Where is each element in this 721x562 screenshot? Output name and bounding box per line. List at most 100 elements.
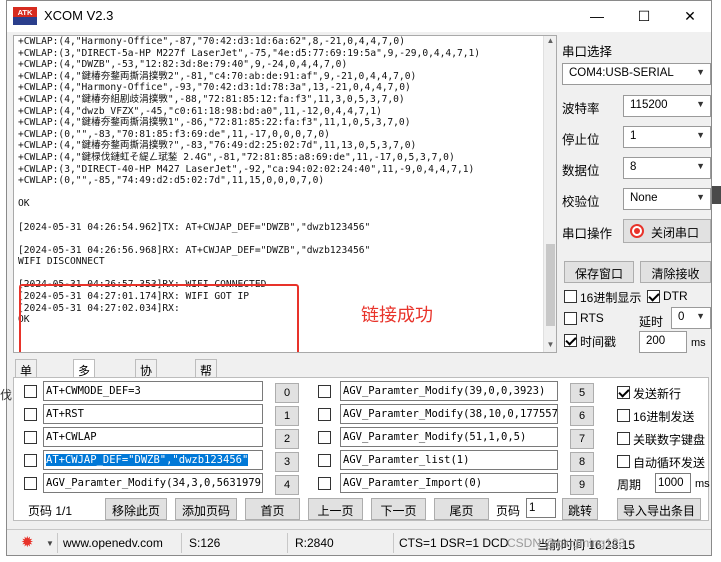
- receive-line: [18, 187, 546, 199]
- command-checkbox[interactable]: [318, 408, 331, 421]
- remove-page-button[interactable]: 移除此页: [105, 498, 167, 520]
- scroll-up-icon[interactable]: ▲: [544, 36, 556, 48]
- background-edge: [712, 186, 721, 204]
- stop-bits-select[interactable]: 1 ▼: [623, 126, 711, 148]
- background-text: 伐: [0, 388, 13, 402]
- send-command-button[interactable]: 1: [275, 406, 299, 426]
- parity-select[interactable]: None ▼: [623, 188, 711, 210]
- period-unit: ms: [695, 478, 710, 490]
- command-input[interactable]: AT+CWLAP: [43, 427, 263, 447]
- send-command-button[interactable]: 4: [275, 475, 299, 495]
- receive-line: [2024-05-31 04:26:56.968]RX: AT+CWJAP_DE…: [18, 244, 371, 256]
- hex-send-checkbox[interactable]: [617, 409, 630, 422]
- delay-select[interactable]: 0 ▼: [671, 307, 711, 329]
- dtr-label: DTR: [663, 289, 688, 303]
- command-input[interactable]: AGV_Paramter_Modify(34,3,0,5631979): [43, 473, 263, 493]
- first-page-button[interactable]: 首页: [245, 498, 300, 520]
- hex-display-checkbox[interactable]: [564, 290, 577, 303]
- command-checkbox[interactable]: [318, 477, 331, 490]
- jump-button[interactable]: 跳转: [562, 498, 598, 520]
- timestamp-label: 时间戳: [580, 335, 617, 349]
- command-input[interactable]: AGV_Paramter_Modify(38,10,0,17755784: [340, 404, 558, 424]
- close-button[interactable]: ✕: [667, 1, 711, 31]
- timestamp-checkbox[interactable]: [564, 334, 577, 347]
- auto-loop-label: 自动循环发送: [633, 456, 706, 470]
- gear-icon[interactable]: ✹: [21, 535, 37, 551]
- svg-text:ATK: ATK: [18, 8, 33, 17]
- data-bits-select[interactable]: 8 ▼: [623, 157, 711, 179]
- port-op-label: 串口操作: [562, 227, 613, 241]
- tab-single-send[interactable]: 单条发送: [15, 359, 38, 429]
- annotation-text: 链接成功: [361, 305, 433, 326]
- page-label: 页码: [496, 504, 521, 518]
- save-window-button[interactable]: 保存窗口: [564, 261, 634, 283]
- clear-receive-button[interactable]: 清除接收: [640, 261, 711, 283]
- command-input[interactable]: AT+CWMODE_DEF=3: [43, 381, 263, 401]
- send-command-button[interactable]: 9: [570, 475, 594, 495]
- baud-label: 波特率: [562, 102, 600, 116]
- maximize-button[interactable]: ☐: [621, 1, 667, 31]
- signal-status: CTS=1 DSR=1 DCD: [399, 536, 509, 550]
- scroll-thumb[interactable]: [546, 244, 555, 326]
- receive-line: WIFI DISCONNECT: [18, 256, 105, 268]
- dtr-checkbox[interactable]: [647, 290, 660, 303]
- minimize-button[interactable]: —: [574, 1, 620, 31]
- import-export-button[interactable]: 导入导出条目: [617, 498, 701, 520]
- prev-page-button[interactable]: 上一页: [308, 498, 363, 520]
- website-link[interactable]: www.openedv.com: [63, 536, 163, 550]
- send-newline-checkbox[interactable]: [617, 386, 630, 399]
- parity-label: 校验位: [562, 195, 600, 209]
- next-page-button[interactable]: 下一页: [371, 498, 426, 520]
- receive-line: +CWLAP:(4,"鍵椿夯鍪両撕涓撲斆2",-81,"c4:70:ab:de:…: [18, 70, 417, 82]
- receive-line: +CWLAP:(4,"Harmony-Office",-87,"70:42:d3…: [18, 36, 405, 47]
- tab-help[interactable]: 帮助: [195, 359, 218, 395]
- send-command-button[interactable]: 5: [570, 383, 594, 403]
- tab-multi-send[interactable]: 多条发送: [73, 359, 96, 429]
- command-checkbox[interactable]: [24, 477, 37, 490]
- command-checkbox[interactable]: [24, 431, 37, 444]
- receive-scrollbar[interactable]: ▲ ▼: [543, 36, 556, 352]
- command-input[interactable]: AGV_Paramter_Modify(51,1,0,5): [340, 427, 558, 447]
- command-checkbox[interactable]: [318, 385, 331, 398]
- command-input[interactable]: AT+RST: [43, 404, 263, 424]
- send-command-button[interactable]: 7: [570, 429, 594, 449]
- command-input[interactable]: AGV_Paramter_Import(0): [340, 473, 558, 493]
- receive-line: [18, 233, 546, 245]
- page-input[interactable]: 1: [526, 498, 556, 518]
- receive-line: +CWLAP:(4,"DWZB",-53,"12:82:3d:8e:79:40"…: [18, 59, 348, 71]
- send-command-button[interactable]: 2: [275, 429, 299, 449]
- send-command-button[interactable]: 0: [275, 383, 299, 403]
- command-checkbox[interactable]: [24, 408, 37, 421]
- send-command-button[interactable]: 8: [570, 452, 594, 472]
- period-input[interactable]: 1000: [655, 473, 691, 493]
- command-checkbox[interactable]: [24, 454, 37, 467]
- command-input[interactable]: AT+CWJAP_DEF="DWZB","dwzb123456": [43, 450, 263, 470]
- chevron-down-icon[interactable]: ▼: [46, 539, 54, 548]
- command-input[interactable]: AGV_Paramter_list(1): [340, 450, 558, 470]
- timestamp-ms-input[interactable]: 200: [639, 331, 687, 353]
- tab-protocol[interactable]: 协议传输: [135, 359, 158, 429]
- command-checkbox[interactable]: [24, 385, 37, 398]
- multi-send-panel: AT+CWMODE_DEF=3 0 AT+RST 1 AT+CWLAP 2 AT+CWJAP…: [13, 377, 710, 521]
- rts-checkbox[interactable]: [564, 312, 577, 325]
- command-checkbox[interactable]: [318, 431, 331, 444]
- status-bar: ✹ ▼ www.openedv.com S:126 R:2840 CTS=1 D…: [7, 529, 711, 555]
- assoc-keyboard-checkbox[interactable]: [617, 432, 630, 445]
- receive-line: +CWLAP:(4,"鍵椂伐鏈虹そ緹ㄥ珷鍫 2.4G",-81,"72:81:8…: [18, 151, 455, 163]
- port-select[interactable]: COM4:USB-SERIAL ▼: [562, 63, 711, 85]
- watermark: CSDN @qingming123: [507, 536, 626, 550]
- command-checkbox[interactable]: [318, 454, 331, 467]
- send-command-button[interactable]: 6: [570, 406, 594, 426]
- close-port-button[interactable]: 关闭串口: [623, 219, 711, 243]
- last-page-button[interactable]: 尾页: [434, 498, 489, 520]
- add-page-button[interactable]: 添加页码: [175, 498, 237, 520]
- command-input[interactable]: AGV_Paramter_Modify(39,0,0,3923): [340, 381, 558, 401]
- auto-loop-checkbox[interactable]: [617, 455, 630, 468]
- receive-textarea[interactable]: +CWLAP:(4,"Harmony-Office",-87,"70:42:d3…: [13, 35, 557, 353]
- send-command-button[interactable]: 3: [275, 452, 299, 472]
- scroll-down-icon[interactable]: ▼: [544, 340, 556, 352]
- receive-line: [18, 210, 546, 222]
- stop-bits-label: 停止位: [562, 133, 600, 147]
- rts-label: RTS: [580, 311, 604, 325]
- baud-select[interactable]: 115200 ▼: [623, 95, 711, 117]
